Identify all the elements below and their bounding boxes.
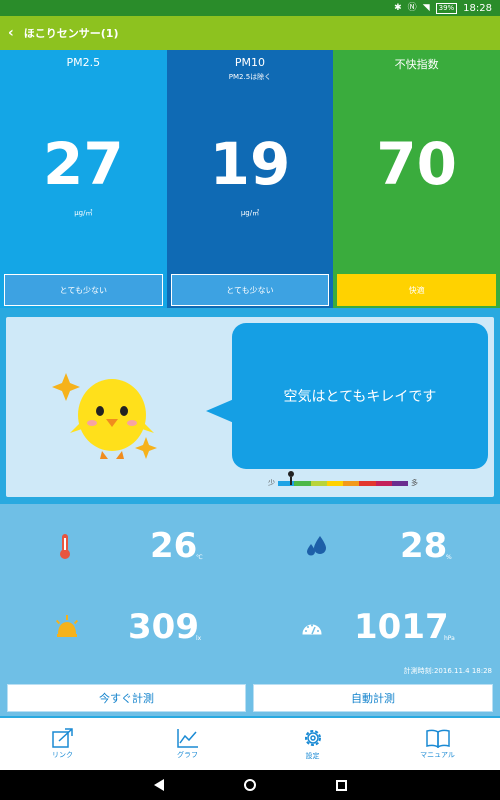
scale-segment	[391, 480, 408, 486]
nav-item-settings[interactable]: 設定	[250, 718, 375, 770]
pressure-value: 1017	[354, 607, 449, 647]
nfc-icon: Ⓝ	[407, 2, 417, 13]
humidity-value: 28	[400, 526, 448, 566]
back-chevron-icon[interactable]: ‹	[8, 25, 14, 41]
gauge-icon	[302, 624, 322, 635]
nav-label: マニュアル	[420, 751, 455, 759]
back-icon[interactable]	[153, 779, 164, 791]
pm25-status-badge: とても少ない	[4, 274, 163, 306]
air-quality-message: 空気はとてもキレイです	[283, 389, 437, 405]
panel-value: 27	[42, 130, 124, 198]
system-navigation-bar	[0, 770, 500, 800]
illuminance-value: 309	[128, 607, 199, 647]
scale-segment	[375, 480, 392, 486]
measure-now-button[interactable]: 今すぐ計測	[7, 684, 246, 712]
scale-bar	[278, 470, 408, 486]
link-out-icon	[51, 728, 73, 748]
panel-title: 不快指数	[394, 58, 439, 71]
scale-marker	[288, 470, 294, 485]
pm10-status-badge: とても少ない	[170, 274, 330, 306]
speech-bubble-tail	[206, 399, 234, 423]
app-bar: ‹ ほこりセンサー(1)	[0, 16, 500, 50]
discomfort-index-panel: 不快指数 70 快適	[333, 50, 500, 308]
nav-item-link[interactable]: リンク	[0, 718, 125, 770]
panel-value: 19	[209, 130, 291, 198]
panel-unit: μg/㎥	[240, 209, 260, 217]
illuminance-unit: lx	[196, 635, 202, 642]
temperature-unit: ℃	[196, 554, 203, 561]
water-drop-icon	[307, 536, 326, 556]
book-icon	[425, 729, 450, 748]
status-bar: ✱ Ⓝ ◥ 39% 18:28	[0, 0, 500, 16]
graph-icon	[176, 729, 198, 748]
panel-subtitle: PM2.5は除く	[228, 73, 272, 81]
scale-segment	[294, 480, 311, 486]
nav-item-graph[interactable]: グラフ	[125, 718, 250, 770]
nav-label: 設定	[305, 752, 320, 760]
pm10-panel: PM10 PM2.5は除く 19 μg/㎥ とても少ない	[166, 50, 334, 308]
gear-icon	[304, 730, 321, 746]
chick-mascot	[52, 373, 157, 459]
panel-value: 70	[376, 130, 457, 198]
clock: 18:28	[463, 2, 492, 14]
measurement-panels: PM2.5 27 μg/㎥ とても少ない PM10 PM2.5は除く 19 μg…	[0, 50, 500, 308]
speech-bubble: 空気はとてもキレイです	[232, 323, 488, 469]
auto-measure-button[interactable]: 自動計測	[253, 684, 493, 712]
pressure-unit: hPa	[444, 635, 455, 642]
sparkle-icon	[52, 373, 80, 401]
light-bulb-icon	[55, 615, 79, 637]
scale-segment	[326, 480, 343, 486]
home-icon[interactable]	[243, 779, 256, 791]
measured-timestamp: 計測時刻:2016.11.4 18:28	[403, 667, 492, 675]
thermometer-icon	[60, 534, 70, 559]
dust-level-scale: 少 多	[268, 470, 450, 491]
bluetooth-icon: ✱	[394, 2, 402, 13]
nav-item-manual[interactable]: マニュアル	[375, 718, 500, 770]
humidity-unit: %	[446, 554, 452, 561]
panel-title: PM10	[234, 56, 266, 69]
temperature-value: 26	[150, 526, 198, 566]
discomfort-status-badge: 快適	[337, 274, 496, 306]
recents-icon[interactable]	[335, 779, 347, 791]
bottom-navigation: リンク グラフ 設定 マニュアル	[0, 718, 500, 770]
battery-indicator: 39%	[435, 2, 458, 14]
nav-label: リンク	[52, 751, 73, 759]
message-area: 空気はとてもキレイです 少 多	[6, 317, 494, 497]
scale-high-label: 多	[411, 479, 418, 487]
panel-title: PM2.5	[66, 56, 101, 69]
scale-segment	[310, 480, 327, 486]
app-title: ほこりセンサー(1)	[23, 27, 119, 40]
nav-label: グラフ	[177, 751, 198, 759]
panel-unit: μg/㎥	[74, 209, 93, 217]
pm25-panel: PM2.5 27 μg/㎥ とても少ない	[0, 50, 167, 308]
wifi-icon: ◥	[422, 2, 430, 13]
scale-low-label: 少	[268, 479, 275, 487]
scale-segment	[359, 480, 376, 486]
sparkle-icon	[135, 437, 157, 459]
scale-segment	[343, 480, 360, 486]
